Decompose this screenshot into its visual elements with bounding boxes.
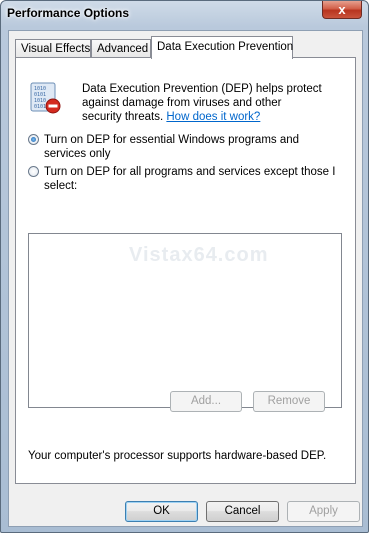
tab-data-execution-prevention[interactable]: Data Execution Prevention <box>151 36 293 59</box>
cancel-button-label: Cancel <box>224 505 261 517</box>
tab-visual-effects-label: Visual Effects <box>21 43 91 55</box>
close-icon: x <box>338 2 346 17</box>
apply-button[interactable]: Apply <box>287 501 360 522</box>
how-does-it-work-link[interactable]: How does it work? <box>166 111 260 123</box>
ok-button-label: OK <box>153 505 170 517</box>
dialog-client: Visual Effects Advanced Data Execution P… <box>8 30 363 527</box>
remove-button-label: Remove <box>267 395 311 407</box>
title-bar[interactable]: Performance Options x <box>1 1 368 27</box>
performance-options-window: Performance Options x Visual Effects Adv… <box>0 0 369 533</box>
tab-dep-label: Data Execution Prevention <box>157 41 294 53</box>
dep-shield-icon: 1010 0101 1010 0101 <box>30 82 61 114</box>
add-button-label: Add... <box>190 395 222 407</box>
tab-visual-effects[interactable]: Visual Effects <box>15 39 91 58</box>
remove-button[interactable]: Remove <box>253 391 325 412</box>
window-title: Performance Options <box>7 6 130 20</box>
close-button[interactable]: x <box>322 1 362 19</box>
radio-all-except-selected-indicator[interactable] <box>28 166 39 177</box>
apply-button-label: Apply <box>309 505 338 517</box>
add-button[interactable]: Add... <box>170 391 242 412</box>
radio-all-except-selected[interactable]: Turn on DEP for all programs and service… <box>28 165 338 193</box>
radio-all-except-selected-label[interactable]: Turn on DEP for all programs and service… <box>44 165 338 193</box>
tab-advanced[interactable]: Advanced <box>91 39 151 58</box>
cancel-button[interactable]: Cancel <box>206 501 279 522</box>
dep-tab-panel: 1010 0101 1010 0101 Data Execution Preve… <box>15 57 356 484</box>
ok-button[interactable]: OK <box>125 501 198 522</box>
radio-essential-only-label[interactable]: Turn on DEP for essential Windows progra… <box>44 133 338 161</box>
radio-essential-only-indicator[interactable] <box>28 134 39 145</box>
svg-text:0101: 0101 <box>34 104 46 110</box>
radio-essential-only[interactable]: Turn on DEP for essential Windows progra… <box>28 133 338 161</box>
watermark-text: Vistax64.com <box>129 244 269 266</box>
tab-advanced-label: Advanced <box>97 43 149 55</box>
processor-support-text: Your computer's processor supports hardw… <box>28 450 327 462</box>
dep-description: Data Execution Prevention (DEP) helps pr… <box>82 82 322 124</box>
